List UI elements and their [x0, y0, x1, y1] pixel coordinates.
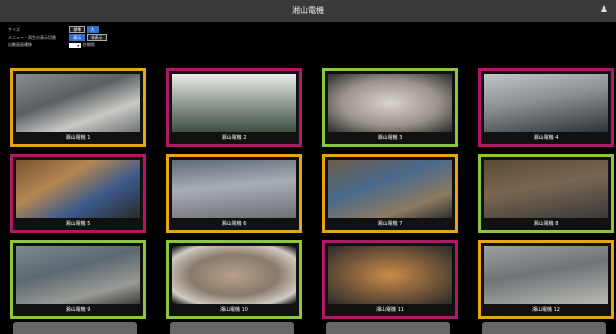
- camera-tile-partial[interactable]: [170, 322, 294, 334]
- camera-tile[interactable]: 湘山電機 9: [10, 240, 146, 319]
- camera-label: 湘山電機 1: [65, 135, 91, 141]
- camera-feed-image: [172, 74, 296, 132]
- camera-feed-image: [16, 74, 140, 132]
- camera-feed-image: [16, 160, 140, 218]
- camera-tile-partial[interactable]: [482, 322, 606, 334]
- camera-tile[interactable]: 湘山電機 5: [10, 154, 146, 233]
- camera-feed-image: [172, 160, 296, 218]
- camera-tile[interactable]: 湘山電機 11: [322, 240, 458, 319]
- camera-feed-image: [328, 246, 452, 304]
- camera-feed-image: [328, 74, 452, 132]
- camera-label: 湘山電機 4: [533, 135, 559, 141]
- camera-label: 湘山電機 8: [533, 221, 559, 227]
- camera-tile[interactable]: 湘山電機 8: [478, 154, 614, 233]
- camera-tile[interactable]: 湘山電機 2: [166, 68, 302, 147]
- camera-label: 湘山電機 6: [221, 221, 247, 227]
- camera-feed-image: [172, 246, 296, 304]
- camera-label: 湘山電機 12: [532, 307, 560, 313]
- camera-tile[interactable]: 湘山電機 6: [166, 154, 302, 233]
- camera-feed-image: [484, 74, 608, 132]
- camera-feed-image: [328, 160, 452, 218]
- camera-tile-partial[interactable]: [326, 322, 450, 334]
- camera-label: 湘山電機 11: [376, 307, 404, 313]
- camera-tile[interactable]: 湘山電機 1: [10, 68, 146, 147]
- camera-label: 湘山電機 9: [65, 307, 91, 313]
- camera-tile-partial[interactable]: [13, 322, 137, 334]
- camera-tile[interactable]: 湘山電機 4: [478, 68, 614, 147]
- camera-feed-image: [16, 246, 140, 304]
- camera-label: 湘山電機 3: [377, 135, 403, 141]
- camera-tile[interactable]: 湘山電機 12: [478, 240, 614, 319]
- camera-tile[interactable]: 湘山電機 3: [322, 68, 458, 147]
- camera-tile[interactable]: 湘山電機 7: [322, 154, 458, 233]
- camera-tile[interactable]: 湘山電機 10: [166, 240, 302, 319]
- camera-grid: 湘山電機 1 湘山電機 2 湘山電機 3 湘山電機 4 湘山電機 5 湘山電機 6 湘山電機…: [0, 0, 616, 334]
- camera-label: 湘山電機 7: [377, 221, 403, 227]
- camera-label: 湘山電機 10: [220, 307, 248, 313]
- camera-feed-image: [484, 246, 608, 304]
- camera-label: 湘山電機 5: [65, 221, 91, 227]
- camera-feed-image: [484, 160, 608, 218]
- camera-label: 湘山電機 2: [221, 135, 247, 141]
